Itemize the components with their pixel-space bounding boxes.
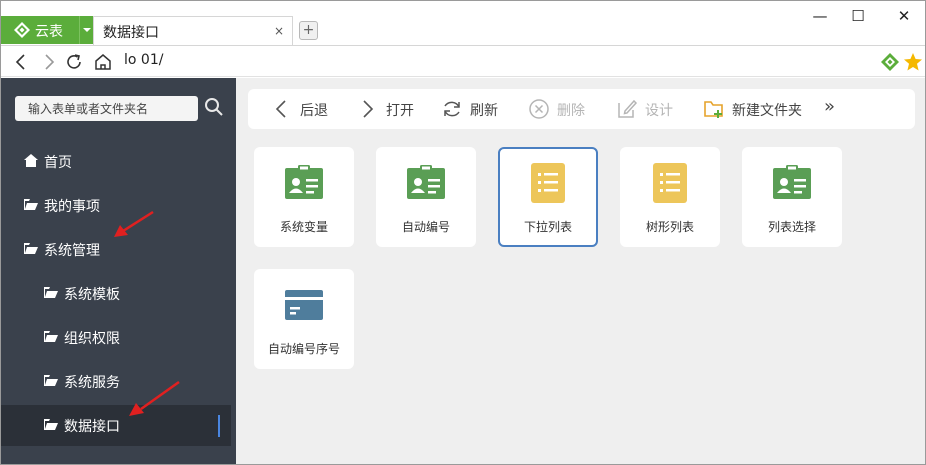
- sidebar-item-home[interactable]: 首页: [1, 141, 231, 181]
- item-card-selected[interactable]: 下拉列表: [498, 147, 598, 247]
- yellow-list-icon: [531, 163, 565, 203]
- yellow-list-icon: [653, 163, 687, 203]
- active-indicator: [218, 415, 220, 437]
- card-label: 树形列表: [645, 220, 694, 234]
- tab-close-icon[interactable]: ×: [274, 24, 284, 38]
- design-label: 设计: [645, 103, 673, 119]
- folder-open-icon: [44, 375, 58, 386]
- brand-dropdown-caret[interactable]: [79, 16, 93, 44]
- sidebar-search-input[interactable]: 输入表单或者文件夹名: [15, 96, 198, 121]
- back-label: 后退: [300, 103, 328, 119]
- brand-label: 云表: [35, 24, 63, 40]
- annotation-arrow-icon: [114, 210, 154, 237]
- sidebar-item-label: 组织权限: [64, 331, 120, 347]
- refresh-label: 刷新: [470, 103, 498, 119]
- sidebar-item-label: 数据接口: [64, 419, 120, 435]
- sidebar-item-system-service[interactable]: 系统服务: [1, 361, 231, 401]
- refresh-icon: [444, 101, 460, 117]
- item-card[interactable]: 树形列表: [620, 147, 720, 247]
- card-label: 自动编号序号: [267, 342, 340, 356]
- url-field[interactable]: lo 01/: [124, 52, 163, 68]
- green-badge-icon: [285, 165, 323, 199]
- edit-pen-icon: [618, 99, 638, 118]
- brand-menu-button[interactable]: 云表: [1, 16, 93, 44]
- folder-open-icon: [44, 331, 58, 342]
- open-label: 打开: [386, 103, 414, 119]
- new-tab-button[interactable]: +: [299, 21, 318, 40]
- chevron-down-icon: [83, 28, 91, 32]
- new-folder-icon: [704, 101, 723, 118]
- green-badge-icon: [407, 165, 445, 199]
- sidebar-item-system-template[interactable]: 系统模板: [1, 273, 231, 313]
- tab-label: 数据接口: [103, 25, 159, 41]
- card-label: 系统变量: [279, 220, 328, 234]
- sidebar-item-label: 首页: [44, 155, 72, 171]
- card-label: 下拉列表: [523, 220, 572, 234]
- sidebar-item-org-permissions[interactable]: 组织权限: [1, 317, 231, 357]
- green-badge-icon: [773, 165, 811, 199]
- folder-open-icon: [24, 199, 38, 210]
- card-label: 列表选择: [767, 220, 816, 234]
- sidebar-item-label: 系统管理: [44, 243, 100, 259]
- favorite-star-icon[interactable]: [903, 52, 923, 72]
- item-card[interactable]: 列表选择: [742, 147, 842, 247]
- home-icon[interactable]: [92, 51, 114, 73]
- more-button[interactable]: »: [824, 88, 844, 128]
- main-content: 后退 打开 刷新 删除 设计 新建文件夹 » 系统变量 自动编号 下拉列表 树形…: [236, 78, 925, 464]
- folder-open-icon: [24, 243, 38, 254]
- extension-icon[interactable]: [881, 53, 899, 71]
- folder-open-icon: [44, 287, 58, 298]
- delete-circle-icon: [529, 99, 549, 119]
- chevron-right-icon: [363, 100, 374, 118]
- chevron-left-icon: [275, 100, 286, 118]
- home-icon: [24, 154, 38, 167]
- tab-data-interface[interactable]: 数据接口 ×: [93, 16, 293, 45]
- card-label: 自动编号: [401, 220, 450, 234]
- minimize-button[interactable]: —: [805, 3, 835, 29]
- app-logo-icon: [14, 22, 30, 38]
- blue-card-icon: [285, 290, 323, 320]
- sidebar-item-label: 我的事项: [44, 199, 100, 215]
- address-bar: lo 01/: [1, 45, 925, 77]
- sidebar: 输入表单或者文件夹名 首页 我的事项 系统管理 系统模板 组织权限 系统服务 数…: [1, 78, 236, 464]
- search-icon[interactable]: [204, 97, 224, 117]
- sidebar-item-label: 系统服务: [64, 375, 120, 391]
- item-card[interactable]: 自动编号序号: [254, 269, 354, 369]
- item-card[interactable]: 自动编号: [376, 147, 476, 247]
- browser-window: 云表 数据接口 × + — ☐ ✕ lo 01/ 输入表单或者文件夹名 首页 我…: [0, 0, 926, 465]
- sidebar-item-label: 系统模板: [64, 287, 120, 303]
- forward-arrow-icon[interactable]: [38, 51, 60, 73]
- sidebar-item-data-interface[interactable]: 数据接口: [1, 405, 231, 446]
- title-bar: 云表 数据接口 × + — ☐ ✕: [1, 1, 925, 45]
- item-card[interactable]: 系统变量: [254, 147, 354, 247]
- close-window-button[interactable]: ✕: [889, 3, 919, 29]
- toolbar: 后退 打开 刷新 删除 设计 新建文件夹 »: [248, 89, 915, 129]
- delete-label: 删除: [557, 103, 585, 119]
- maximize-button[interactable]: ☐: [843, 3, 873, 29]
- back-arrow-icon[interactable]: [10, 51, 32, 73]
- new-folder-label: 新建文件夹: [732, 103, 802, 119]
- refresh-icon[interactable]: [63, 51, 85, 73]
- folder-open-icon: [44, 419, 58, 430]
- double-chevron-right-icon: »: [824, 96, 836, 117]
- annotation-arrow-icon: [129, 380, 180, 416]
